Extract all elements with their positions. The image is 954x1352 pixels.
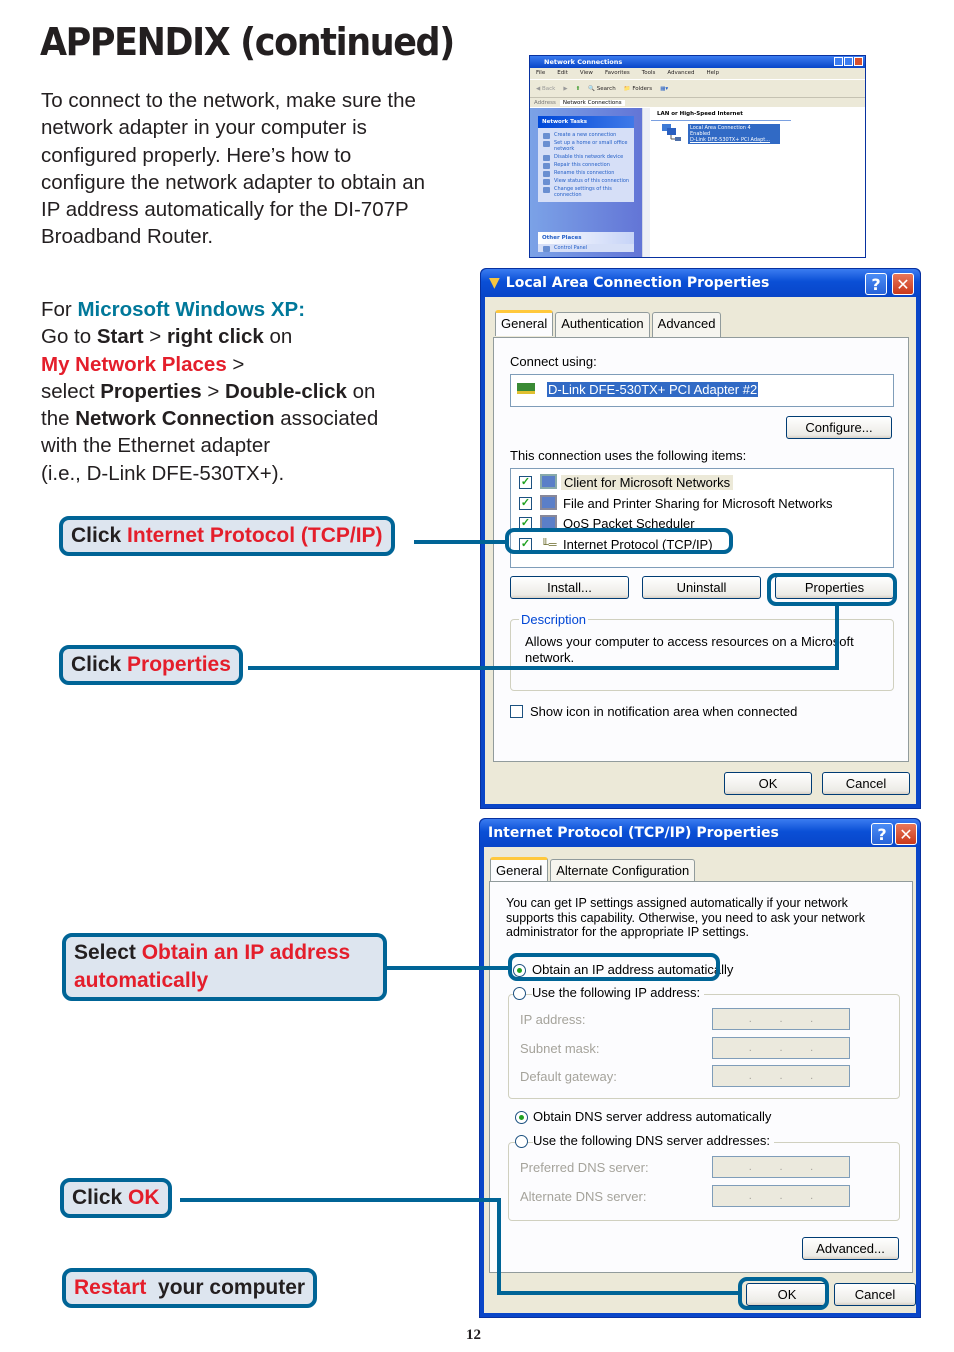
task-create-connection[interactable]: Create a new connection [538, 131, 634, 139]
uninstall-button[interactable]: Uninstall [642, 576, 761, 599]
task-repair-connection[interactable]: Repair this connection [538, 161, 634, 169]
menu-favorites[interactable]: Favorites [605, 68, 630, 79]
connector-line [180, 1198, 501, 1202]
client-icon [540, 474, 557, 489]
cancel-button[interactable]: Cancel [822, 772, 910, 795]
configure-button[interactable]: Configure... [786, 416, 892, 439]
ok-button-highlight [738, 1277, 829, 1310]
adapter-field[interactable]: D-Link DFE-530TX+ PCI Adapter #2 [510, 374, 894, 407]
subnet-mask-field[interactable]: ... [712, 1037, 850, 1059]
forward-icon[interactable]: ▶ [563, 86, 567, 92]
show-icon-checkbox[interactable] [510, 705, 523, 718]
address-input[interactable]: Network Connections [559, 100, 625, 106]
connector-line [414, 540, 507, 544]
task-change-settings[interactable]: Change settings of this connection [538, 185, 634, 199]
close-button[interactable]: ✕ [892, 273, 914, 295]
connector-line [497, 1198, 501, 1295]
connector-line [497, 1291, 741, 1295]
back-button[interactable]: ◀ Back [536, 86, 555, 92]
task-setup-home-network[interactable]: Set up a home or small office network [538, 139, 634, 153]
use-following-dns-radio[interactable] [515, 1135, 528, 1148]
tab-general[interactable]: General [490, 857, 549, 883]
help-button[interactable]: ? [871, 823, 893, 845]
maximize-icon[interactable] [844, 57, 853, 66]
cancel-button[interactable]: Cancel [834, 1283, 916, 1306]
minimize-icon[interactable] [834, 57, 843, 66]
connector-line [386, 966, 511, 970]
tcpip-item-highlight [505, 528, 733, 554]
page-number: 12 [466, 1327, 481, 1343]
task-view-status[interactable]: View status of this connection [538, 177, 634, 185]
callout-click-properties: Click Properties [59, 645, 243, 685]
nc-content: LAN or High-Speed Internet Local Area Co… [651, 108, 865, 257]
lan-dialog-title-bar: ▼ Local Area Connection Properties [481, 269, 920, 297]
menu-advanced[interactable]: Advanced [667, 68, 694, 79]
os-name: Microsoft Windows XP: [77, 298, 306, 321]
preferred-dns-field[interactable]: ... [712, 1156, 850, 1178]
obtain-dns-auto-radio[interactable] [515, 1111, 528, 1124]
my-network-places: My Network Places [41, 352, 227, 376]
network-connection-icon [662, 124, 681, 141]
ip-address-field[interactable]: ... [712, 1008, 850, 1030]
other-places-panel: Other Places Control Panel [538, 232, 634, 252]
instructions: For Microsoft Windows XP: Go to Start > … [41, 298, 379, 485]
ok-button[interactable]: OK [724, 772, 812, 795]
use-following-ip-radio[interactable] [513, 987, 526, 1000]
obtain-ip-highlight [508, 953, 720, 981]
tab-general[interactable]: General [495, 310, 554, 336]
tab-authentication[interactable]: Authentication [555, 312, 650, 338]
callout-click-tcpip: Click Internet Protocol (TCP/IP) [59, 516, 395, 556]
general-tab-panel: You can get IP settings assigned automat… [489, 881, 913, 1273]
tcpip-dialog-title-bar: Internet Protocol (TCP/IP) Properties [480, 819, 920, 847]
checkbox[interactable]: ✓ [519, 497, 532, 510]
connector-line [248, 666, 839, 670]
network-adapter-icon [517, 383, 535, 394]
install-button[interactable]: Install... [510, 576, 629, 599]
network-connections-window: Network Connections File Edit View Favor… [529, 55, 866, 258]
list-item[interactable]: ✓ File and Printer Sharing for Microsoft… [519, 494, 879, 513]
nc-title-bar: Network Connections [530, 56, 865, 68]
folders-button[interactable]: 📁 Folders [624, 86, 652, 92]
advanced-button[interactable]: Advanced... [802, 1237, 899, 1260]
close-button[interactable]: ✕ [895, 823, 917, 845]
intro-paragraph: To connect to the network, make sure the… [41, 89, 426, 249]
nc-menu-bar: File Edit View Favorites Tools Advanced … [530, 68, 865, 79]
nc-task-pane: Network Tasks Create a new connection Se… [530, 108, 642, 257]
menu-tools[interactable]: Tools [642, 68, 656, 79]
callout-select-obtain-ip: Select Obtain an IP address automaticall… [62, 933, 387, 1001]
menu-file[interactable]: File [536, 68, 545, 79]
nc-toolbar: ◀ Back ▶ ⬆ 🔍 Search 📁 Folders ▦▾ [530, 79, 865, 97]
network-plug-icon: ▼ [489, 275, 500, 291]
static-dns-group [508, 1142, 900, 1221]
default-gateway-field[interactable]: ... [712, 1065, 850, 1087]
service-icon [540, 495, 557, 510]
alternate-dns-field[interactable]: ... [712, 1185, 850, 1207]
callout-restart: Restart your computer [62, 1268, 318, 1308]
page-title: APPENDIX (continued) [40, 20, 455, 64]
tab-advanced[interactable]: Advanced [651, 312, 722, 338]
close-icon[interactable] [854, 57, 863, 66]
task-rename-connection[interactable]: Rename this connection [538, 169, 634, 177]
tcpip-properties-dialog: Internet Protocol (TCP/IP) Properties ? … [479, 818, 921, 1318]
list-item[interactable]: ✓ Client for Microsoft Networks [519, 473, 739, 492]
properties-button-highlight [767, 573, 897, 606]
callout-click-ok: Click OK [60, 1178, 172, 1218]
views-icon[interactable]: ▦▾ [660, 86, 668, 92]
local-area-connection[interactable]: Local Area Connection 4 Enabled D-Link D… [688, 124, 780, 144]
checkbox[interactable]: ✓ [519, 476, 532, 489]
up-folder-icon[interactable]: ⬆ [576, 86, 581, 92]
help-button[interactable]: ? [865, 273, 887, 295]
menu-edit[interactable]: Edit [557, 68, 568, 79]
place-control-panel[interactable]: Control Panel [538, 244, 634, 252]
menu-help[interactable]: Help [707, 68, 720, 79]
address-bar: Address Network Connections [530, 97, 865, 107]
search-button[interactable]: 🔍 Search [588, 86, 616, 92]
nc-scrollbar[interactable] [642, 108, 650, 257]
menu-view[interactable]: View [580, 68, 593, 79]
connector-line [835, 604, 839, 670]
network-tasks-panel: Network Tasks Create a new connection Se… [538, 116, 634, 202]
task-disable-device[interactable]: Disable this network device [538, 153, 634, 161]
